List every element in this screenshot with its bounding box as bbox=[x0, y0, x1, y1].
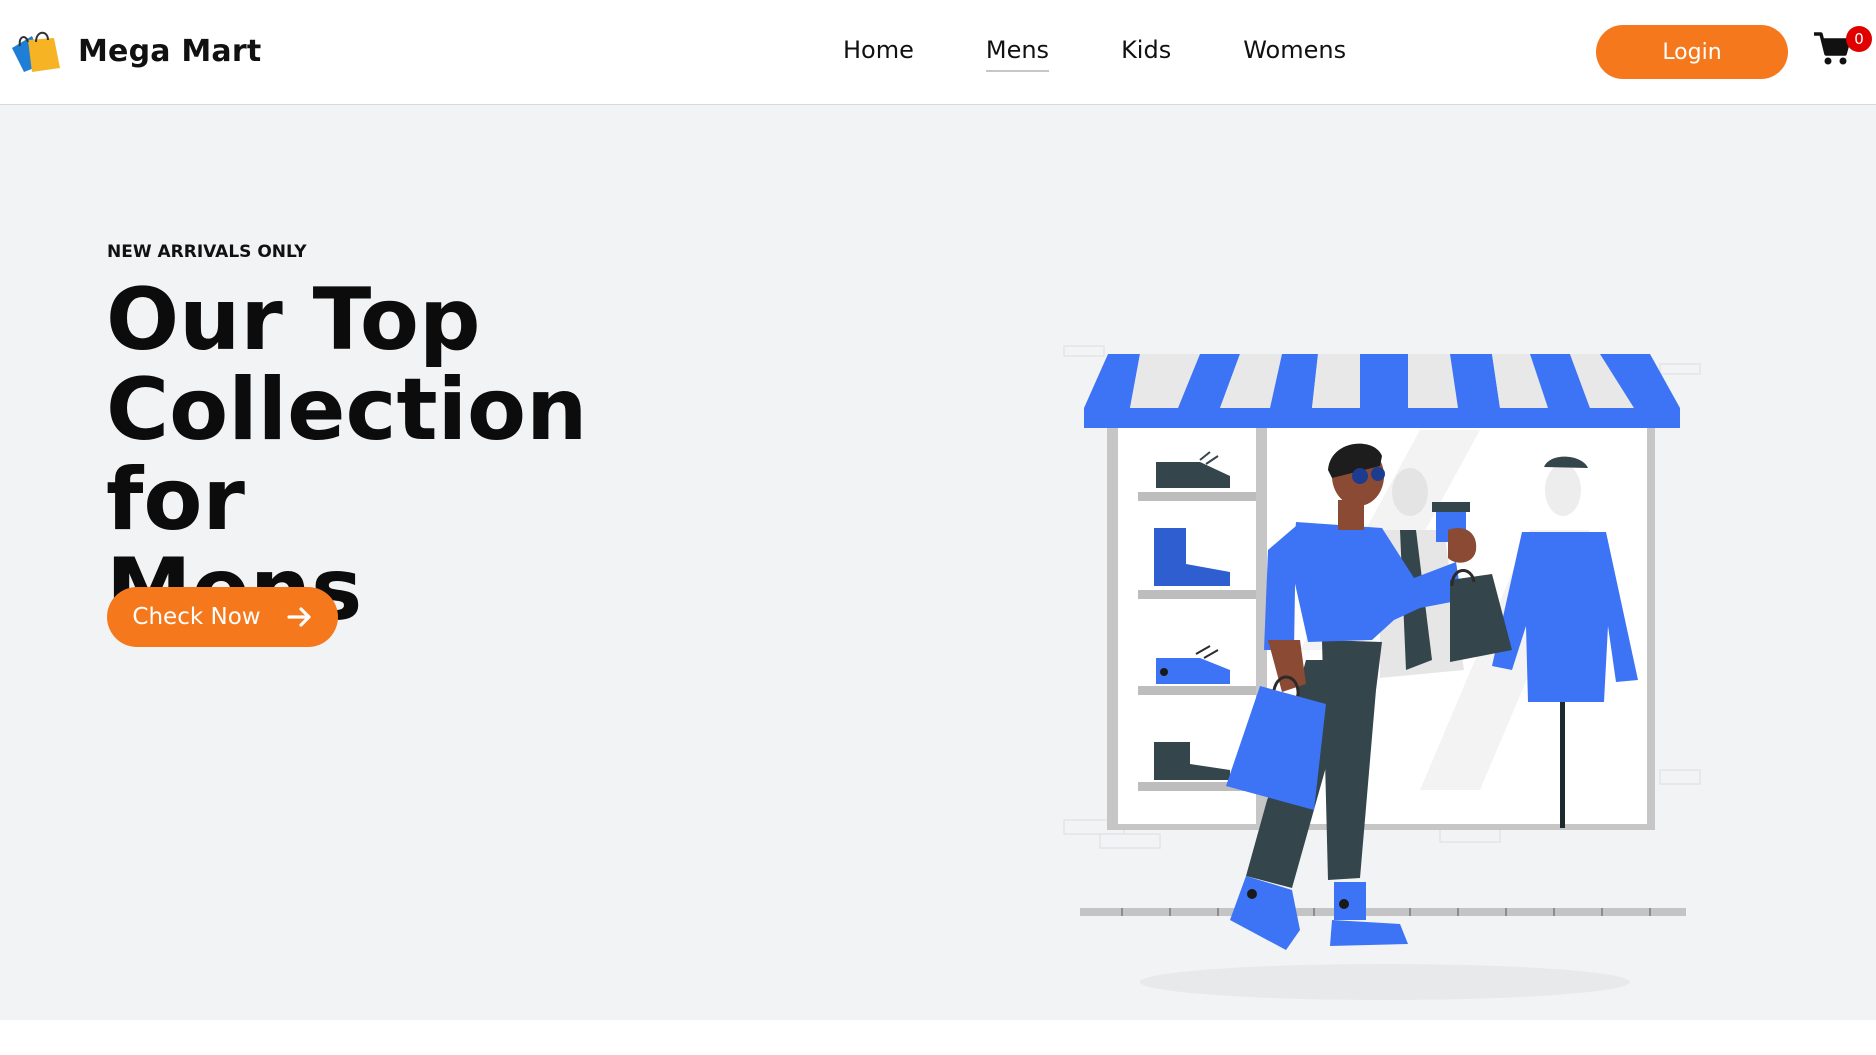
navbar: Mega Mart Home Mens Kids Womens Login 0 bbox=[0, 0, 1876, 105]
hero-title-line-2: Collection for bbox=[106, 360, 588, 550]
shopping-bags-logo-icon bbox=[12, 31, 60, 72]
man-shopping-illustration bbox=[1063, 345, 1701, 1000]
brand-name: Mega Mart bbox=[78, 33, 262, 69]
brand[interactable]: Mega Mart bbox=[10, 28, 261, 74]
cart-count-badge: 0 bbox=[1846, 26, 1872, 52]
login-button[interactable]: Login bbox=[1596, 25, 1788, 79]
arrow-right-icon bbox=[286, 607, 311, 627]
nav-kids[interactable]: Kids bbox=[1121, 36, 1171, 72]
hero-eyebrow: NEW ARRIVALS ONLY bbox=[107, 242, 307, 262]
hero-title-line-1: Our Top bbox=[106, 270, 481, 370]
hero-section: NEW ARRIVALS ONLY Our Top Collection for… bbox=[0, 105, 1876, 1020]
nav-mens[interactable]: Mens bbox=[985, 36, 1050, 72]
check-now-label: Check Now bbox=[132, 604, 261, 630]
check-now-button[interactable]: Check Now bbox=[107, 587, 338, 647]
cart-button[interactable]: 0 bbox=[1812, 26, 1872, 74]
nav-home[interactable]: Home bbox=[843, 36, 914, 72]
nav-womens[interactable]: Womens bbox=[1243, 36, 1346, 72]
main-nav: Home Mens Kids Womens bbox=[843, 36, 1346, 72]
hero-title: Our Top Collection for Mens bbox=[106, 275, 746, 635]
